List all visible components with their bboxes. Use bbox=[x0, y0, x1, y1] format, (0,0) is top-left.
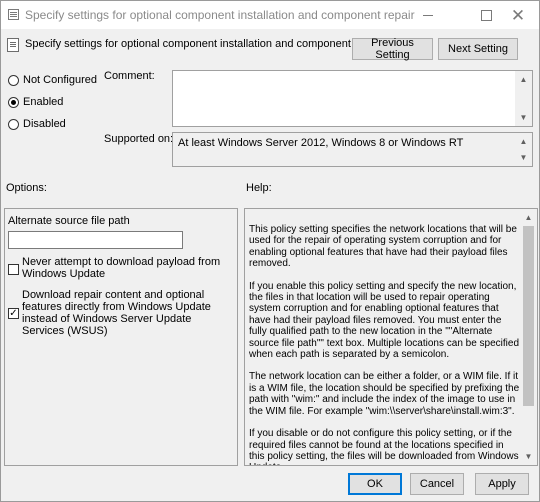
direct-download-checkbox[interactable]: ✓ bbox=[8, 308, 19, 319]
policy-icon bbox=[8, 9, 19, 20]
comment-scrollbar[interactable]: ▲ ▼ bbox=[515, 71, 532, 126]
cancel-button[interactable]: Cancel bbox=[410, 473, 464, 495]
direct-download-label: Download repair content and optional fea… bbox=[22, 289, 211, 337]
alt-source-input[interactable] bbox=[8, 231, 183, 249]
alt-source-label: Alternate source file path bbox=[8, 215, 130, 227]
radio-enabled[interactable]: Enabled bbox=[8, 95, 63, 109]
help-paragraph: If you disable or do not configure this … bbox=[249, 428, 519, 465]
help-paragraph: This policy setting specifies the networ… bbox=[249, 224, 517, 270]
scroll-down-icon[interactable]: ▼ bbox=[515, 109, 532, 126]
help-paragraph: The network location can be either a fol… bbox=[249, 371, 520, 417]
next-setting-button[interactable]: Next Setting bbox=[438, 38, 518, 60]
minimize-button[interactable] bbox=[405, 1, 451, 29]
radio-disabled-circle[interactable] bbox=[8, 118, 19, 130]
radio-enabled-label: Enabled bbox=[23, 96, 64, 108]
window-title: Specify settings for optional component … bbox=[25, 8, 415, 22]
policy-dialog-window: Specify settings for optional component … bbox=[0, 0, 540, 502]
radio-enabled-circle[interactable] bbox=[8, 96, 19, 108]
checkmark-icon: ✓ bbox=[9, 308, 18, 319]
supported-on-label: Supported on: bbox=[104, 133, 174, 145]
radio-disabled-label: Disabled bbox=[23, 118, 66, 130]
close-button[interactable]: ✕ bbox=[495, 1, 539, 29]
help-label: Help: bbox=[246, 182, 272, 194]
help-paragraph: If you enable this policy setting and sp… bbox=[249, 280, 520, 361]
radio-disabled[interactable]: Disabled bbox=[8, 117, 66, 131]
comment-textarea[interactable]: ▲ ▼ bbox=[172, 70, 533, 127]
never-download-label: Never attempt to download payload from W… bbox=[22, 256, 221, 280]
never-download-checkbox[interactable] bbox=[8, 264, 19, 275]
radio-not-configured-label: Not Configured bbox=[23, 74, 97, 86]
radio-not-configured-circle[interactable] bbox=[8, 74, 19, 86]
title-bar[interactable]: Specify settings for optional component … bbox=[1, 1, 539, 29]
options-label: Options: bbox=[6, 182, 47, 194]
comment-label: Comment: bbox=[104, 70, 155, 82]
scroll-down-icon[interactable]: ▼ bbox=[520, 448, 537, 465]
previous-setting-button[interactable]: Previous Setting bbox=[352, 37, 433, 61]
supported-scrollbar[interactable]: ▲ ▼ bbox=[515, 133, 532, 166]
scroll-up-icon[interactable]: ▲ bbox=[515, 71, 532, 88]
maximize-icon bbox=[480, 9, 492, 21]
minimize-icon bbox=[423, 14, 433, 16]
help-scrollbar[interactable]: ▲ ▼ bbox=[520, 209, 537, 465]
scroll-down-icon[interactable]: ▼ bbox=[515, 149, 532, 166]
help-text: This policy setting specifies the networ… bbox=[249, 224, 521, 465]
ok-button[interactable]: OK bbox=[348, 473, 402, 495]
help-scroll-thumb[interactable] bbox=[523, 226, 534, 406]
scroll-up-icon[interactable]: ▲ bbox=[520, 209, 537, 226]
help-panel: This policy setting specifies the networ… bbox=[244, 208, 538, 466]
apply-button[interactable]: Apply bbox=[475, 473, 529, 495]
close-icon: ✕ bbox=[510, 5, 526, 25]
radio-not-configured[interactable]: Not Configured bbox=[8, 73, 97, 87]
policy-name: Specify settings for optional component … bbox=[25, 38, 383, 50]
supported-on-value: At least Windows Server 2012, Windows 8 … bbox=[178, 137, 464, 149]
policy-setting-icon bbox=[7, 38, 19, 52]
options-panel: Alternate source file path Never attempt… bbox=[4, 208, 238, 466]
supported-on-field: At least Windows Server 2012, Windows 8 … bbox=[172, 132, 533, 167]
scroll-up-icon[interactable]: ▲ bbox=[515, 133, 532, 150]
